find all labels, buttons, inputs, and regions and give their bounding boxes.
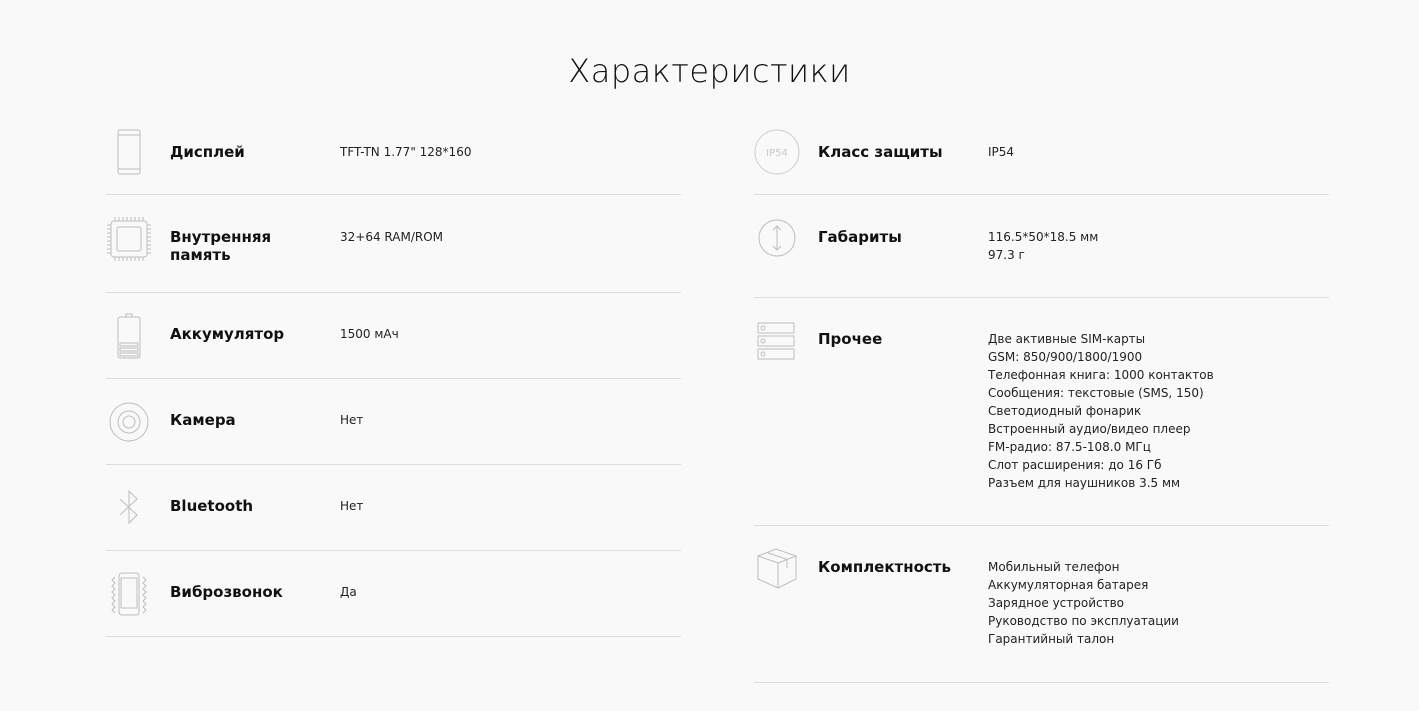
specs-right-column: IP54 Класс защиты IP54 Габариты 116.5*50… xyxy=(754,110,1329,683)
spec-label: Камера xyxy=(170,411,236,429)
list-icon xyxy=(754,320,800,366)
spec-value: Да xyxy=(340,585,357,599)
spec-label: Габариты xyxy=(818,228,902,246)
spec-value: TFT-TN 1.77" 128*160 xyxy=(340,145,472,159)
phone-display-icon xyxy=(106,129,152,175)
spec-row-dimensions: Габариты 116.5*50*18.5 мм 97.3 г xyxy=(754,195,1329,298)
spec-label: Виброзвонок xyxy=(170,583,283,601)
spec-value: Две активные SIM-карты GSM: 850/900/1800… xyxy=(988,332,1214,490)
battery-icon xyxy=(106,313,152,359)
spec-row-camera: Камера Нет xyxy=(106,379,681,465)
spec-value: IP54 xyxy=(988,145,1015,159)
spec-value: Нет xyxy=(340,499,364,513)
chip-icon xyxy=(106,216,152,262)
spec-value: 116.5*50*18.5 мм 97.3 г xyxy=(988,230,1099,262)
spec-row-memory: Внутренняя память 32+64 RAM/ROM xyxy=(106,195,681,293)
vibration-icon xyxy=(106,571,152,617)
ip54-badge-icon: IP54 xyxy=(754,129,800,175)
spec-label: Дисплей xyxy=(170,143,245,161)
bluetooth-icon xyxy=(106,485,152,531)
spec-row-protection: IP54 Класс защиты IP54 xyxy=(754,110,1329,195)
spec-value: 32+64 RAM/ROM xyxy=(340,230,444,244)
spec-row-bluetooth: Bluetooth Нет xyxy=(106,465,681,551)
camera-lens-icon xyxy=(106,399,152,445)
page-title: Характеристики xyxy=(568,52,851,90)
dimensions-icon xyxy=(754,215,800,261)
spec-row-display: Дисплей TFT-TN 1.77" 128*160 xyxy=(106,110,681,195)
spec-value: Мобильный телефон Аккумуляторная батарея… xyxy=(988,560,1179,646)
spec-label: Аккумулятор xyxy=(170,325,285,343)
spec-label: Прочее xyxy=(818,330,883,348)
box-icon xyxy=(754,546,800,592)
spec-value: Нет xyxy=(340,413,364,427)
spec-row-package: Комплектность Мобильный телефон Аккумуля… xyxy=(754,526,1329,683)
spec-row-other: Прочее Две активные SIM-карты GSM: 850/9… xyxy=(754,298,1329,526)
spec-row-vibration: Виброзвонок Да xyxy=(106,551,681,637)
specs-left-column: Дисплей TFT-TN 1.77" 128*160 Внутренняя … xyxy=(106,110,681,637)
spec-label: Комплектность xyxy=(818,558,951,576)
spec-label: Класс защиты xyxy=(818,143,943,161)
ip54-badge-text: IP54 xyxy=(766,148,788,159)
spec-value: 1500 мАч xyxy=(340,327,399,341)
spec-row-battery: Аккумулятор 1500 мАч xyxy=(106,293,681,379)
spec-label: Внутренняя память xyxy=(170,228,272,264)
spec-label: Bluetooth xyxy=(170,497,254,515)
